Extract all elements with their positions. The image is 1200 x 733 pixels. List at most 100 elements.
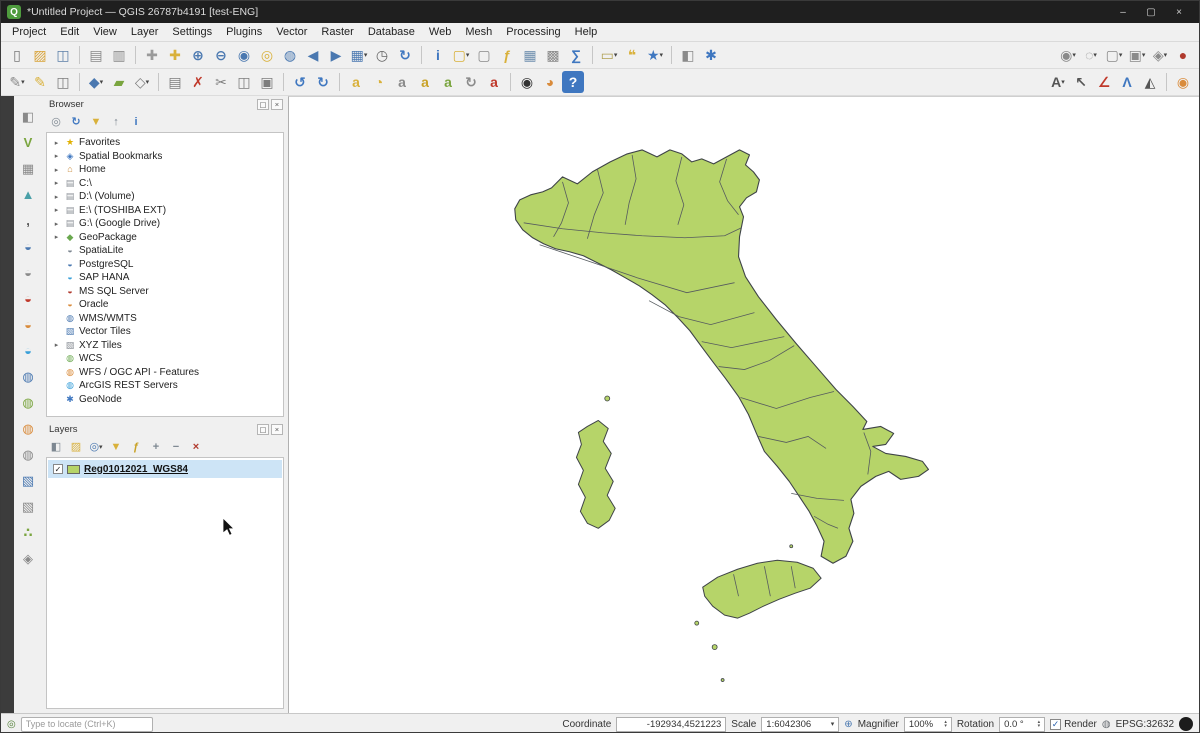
pin-labels-button[interactable]: a (391, 71, 413, 93)
chevron-right-icon[interactable]: ▸ (52, 139, 61, 147)
map-canvas[interactable] (288, 96, 1199, 713)
browser-item-wms-wmts[interactable]: ◍WMS/WMTS (47, 312, 283, 326)
change-label-button[interactable]: a (483, 71, 505, 93)
browser-item-spatialite[interactable]: ◒SpatiaLite (47, 244, 283, 258)
browser-item-c[interactable]: ▸▤C:\ (47, 177, 283, 191)
metasearch-plugin-button[interactable]: ● (1172, 44, 1194, 66)
menu-web[interactable]: Web (422, 24, 458, 40)
layers-float-button[interactable]: ▢ (257, 424, 269, 435)
add-spatialite-layer-button[interactable]: ◒ (17, 262, 39, 283)
menu-plugins[interactable]: Plugins (219, 24, 269, 40)
menu-layer[interactable]: Layer (124, 24, 166, 40)
field-calculator-button[interactable]: ▩ (542, 44, 564, 66)
selection-dropdown-button[interactable]: ◌▾ (1080, 44, 1102, 66)
browser-item-sap-hana[interactable]: ◒SAP HANA (47, 271, 283, 285)
browser-close-button[interactable]: × (271, 99, 283, 110)
layer-item-reg01012021-wgs84[interactable]: ✓Reg01012021_WGS84 (48, 460, 282, 478)
add-mssql-layer-button[interactable]: ◒ (17, 288, 39, 309)
toggle-editing-button[interactable]: ✎ (29, 71, 51, 93)
data-source-manager-button[interactable]: ◧ (677, 44, 699, 66)
collapse-all-button[interactable]: − (167, 439, 185, 455)
spinner-arrows[interactable]: ▴ ▾ (1038, 720, 1041, 729)
maximize-button[interactable]: ▢ (1137, 2, 1165, 22)
chevron-down-icon[interactable]: ▾ (831, 720, 835, 728)
add-vector-layer-button[interactable]: V (17, 132, 39, 153)
browser-search-button[interactable]: ◎ (47, 114, 65, 130)
add-wcs-layer-button[interactable]: ◍ (17, 392, 39, 413)
browser-item-favorites[interactable]: ▸★Favorites (47, 136, 283, 150)
open-data-source-manager-button[interactable]: ◧ (17, 106, 39, 127)
rotate-label-button[interactable]: ↻ (460, 71, 482, 93)
menu-settings[interactable]: Settings (165, 24, 219, 40)
browser-item-wcs[interactable]: ◍WCS (47, 352, 283, 366)
menu-vector[interactable]: Vector (269, 24, 314, 40)
split-features-button[interactable]: Λ (1116, 71, 1138, 93)
processing-toolbox-button[interactable]: ✱ (700, 44, 722, 66)
messages-icon[interactable]: ● (1179, 717, 1193, 731)
browser-refresh-button[interactable]: ↻ (67, 114, 85, 130)
save-layer-edits-button[interactable]: ◫ (52, 71, 74, 93)
spinner-down-icon[interactable]: ▾ (944, 724, 947, 729)
new-print-layout-button[interactable]: ▤ (85, 44, 107, 66)
text-annotation-button[interactable]: A▾ (1047, 71, 1069, 93)
deselect-features-button[interactable]: ▢ (473, 44, 495, 66)
help-contents-button[interactable]: ? (562, 71, 584, 93)
locate-input[interactable] (21, 717, 153, 732)
remove-layer-button[interactable]: × (187, 439, 205, 455)
browser-item-vector-tiles[interactable]: ▧Vector Tiles (47, 325, 283, 339)
zoom-extent-dropdown-button[interactable]: ◉▾ (1057, 44, 1079, 66)
layer-diagram-button[interactable]: ◔ (368, 71, 390, 93)
move-label-button[interactable]: a (437, 71, 459, 93)
layers-close-button[interactable]: × (271, 424, 283, 435)
spinner-arrows[interactable]: ▴ ▾ (944, 720, 947, 729)
undo-button[interactable]: ↺ (289, 71, 311, 93)
browser-item-ms-sql-server[interactable]: ◒MS SQL Server (47, 285, 283, 299)
browser-item-g-google-drive[interactable]: ▸▤G:\ (Google Drive) (47, 217, 283, 231)
close-button[interactable]: × (1165, 2, 1193, 22)
menu-database[interactable]: Database (361, 24, 422, 40)
select-by-expression-button[interactable]: ƒ (496, 44, 518, 66)
paste-features-button[interactable]: ▣ (256, 71, 278, 93)
new-map-view-button[interactable]: ▦▾ (348, 44, 370, 66)
add-wms-layer-button[interactable]: ◍ (17, 366, 39, 387)
measure-line-button[interactable]: ▭▾ (598, 44, 620, 66)
refresh-map-button[interactable]: ↻ (394, 44, 416, 66)
menu-processing[interactable]: Processing (499, 24, 567, 40)
browser-item-d-volume[interactable]: ▸▤D:\ (Volume) (47, 190, 283, 204)
open-attribute-table-button[interactable]: ▦ (519, 44, 541, 66)
pan-map-button[interactable]: ✚ (141, 44, 163, 66)
browser-item-wfs-ogc-api-features[interactable]: ◍WFS / OGC API - Features (47, 366, 283, 380)
zoom-out-button[interactable]: ⊖ (210, 44, 232, 66)
quickmap-plugin-button[interactable]: ◕ (539, 71, 561, 93)
menu-edit[interactable]: Edit (53, 24, 86, 40)
browser-item-geonode[interactable]: ✱GeoNode (47, 393, 283, 407)
render-checkbox[interactable]: ✓ Render (1050, 719, 1097, 730)
chevron-right-icon[interactable]: ▸ (52, 341, 61, 349)
add-oracle-layer-button[interactable]: ◒ (17, 314, 39, 335)
delete-selected-button[interactable]: ✗ (187, 71, 209, 93)
map-tips-button[interactable]: ❝ (621, 44, 643, 66)
chevron-right-icon[interactable]: ▸ (52, 152, 61, 160)
temporal-controller-button[interactable]: ◷ (371, 44, 393, 66)
pan-to-selection-button[interactable]: ✚ (164, 44, 186, 66)
select-features-button[interactable]: ▢▾ (450, 44, 472, 66)
zoom-in-button[interactable]: ⊕ (187, 44, 209, 66)
scale-combo[interactable]: 1:6042306 ▾ (761, 717, 839, 732)
processing-plugin-button[interactable]: ◉ (1172, 71, 1194, 93)
browser-collapse-all-button[interactable]: ↑ (107, 114, 125, 130)
chevron-right-icon[interactable]: ▸ (52, 166, 61, 174)
filter-legend-button[interactable]: ▼ (107, 439, 125, 455)
browser-item-xyz-tiles[interactable]: ▸▧XYZ Tiles (47, 339, 283, 353)
layout-dropdown-button[interactable]: ▣▾ (1126, 44, 1148, 66)
clipboard-dropdown-button[interactable]: ▢▾ (1103, 44, 1125, 66)
zoom-to-layer-button[interactable]: ◍ (279, 44, 301, 66)
zoom-full-extent-button[interactable]: ◉ (233, 44, 255, 66)
redo-button[interactable]: ↻ (312, 71, 334, 93)
layer-checkbox[interactable]: ✓ (53, 464, 63, 474)
expand-all-button[interactable]: + (147, 439, 165, 455)
zoom-next-button[interactable]: ▶ (325, 44, 347, 66)
menu-help[interactable]: Help (568, 24, 605, 40)
menu-project[interactable]: Project (5, 24, 53, 40)
chevron-right-icon[interactable]: ▸ (52, 193, 61, 201)
browser-item-e-toshiba-ext[interactable]: ▸▤E:\ (TOSHIBA EXT) (47, 204, 283, 218)
